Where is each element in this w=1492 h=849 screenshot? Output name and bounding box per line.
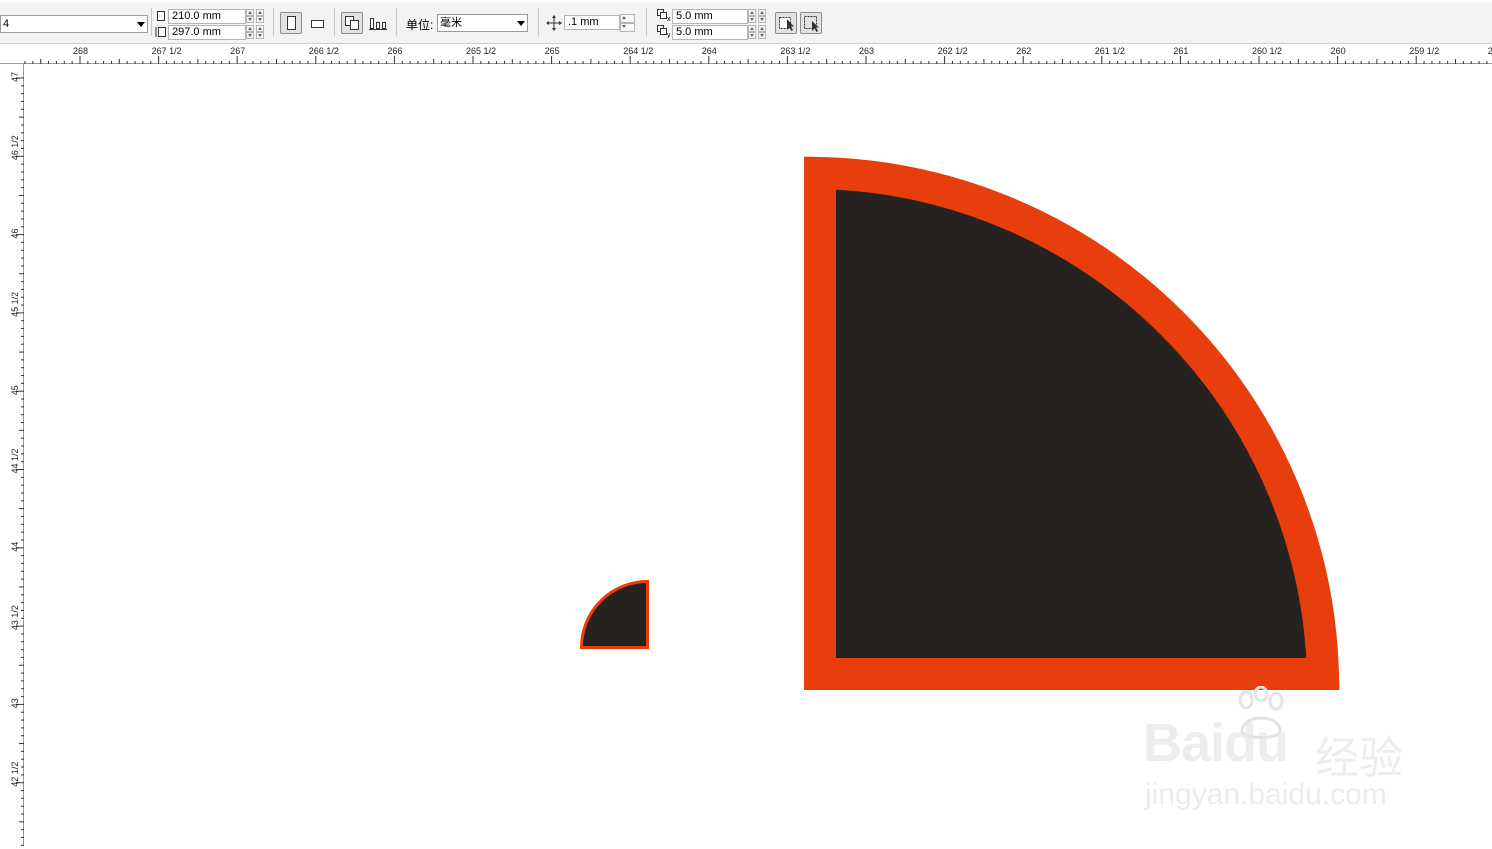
units-label: 单位: — [406, 18, 434, 32]
ruler-label: 45 — [10, 385, 20, 395]
duplicate-y-icon: y — [656, 24, 672, 39]
page-width-spin-up[interactable] — [246, 9, 254, 16]
ruler-label: 46 1/2 — [10, 135, 20, 160]
ruler-label: 264 1/2 — [623, 46, 653, 56]
ruler-label: 265 1/2 — [466, 46, 496, 56]
svg-text:x: x — [667, 16, 671, 22]
select-bounds-icon — [804, 16, 819, 32]
ruler-label: 266 1/2 — [309, 46, 339, 56]
duplicate-y-spin-down[interactable] — [748, 32, 756, 39]
toolbar-separator — [646, 8, 647, 36]
duplicate-y-lock-up[interactable] — [758, 25, 766, 32]
ruler-label: 263 1/2 — [780, 46, 810, 56]
duplicate-y-spin-up[interactable] — [748, 25, 756, 32]
property-bar: 4 210.0 mm 297.0 mm 单位: 毫米 .1 mm x 5.0 m… — [0, 0, 1492, 44]
toolbar-separator — [538, 8, 539, 36]
duplicate-x-spin-down[interactable] — [748, 16, 756, 23]
page-width-spin-down[interactable] — [246, 16, 254, 23]
chevron-down-icon — [137, 22, 145, 27]
vertical-ruler[interactable]: 47 46 1/2 46 45 1/2 45 44 1/2 44 43 1/2 43 42 1/2 — [0, 64, 24, 846]
ruler-label: 2 — [1488, 46, 1492, 56]
ruler-label: 46 — [10, 229, 20, 239]
duplicate-x-value: 5.0 mm — [676, 10, 713, 22]
ruler-label: 263 — [859, 46, 874, 56]
svg-text:y: y — [667, 32, 671, 38]
chevron-down-icon — [517, 21, 525, 26]
select-filled-icon — [779, 17, 794, 31]
duplicate-x-spin-up[interactable] — [748, 9, 756, 16]
landscape-icon — [311, 20, 324, 28]
horizontal-ruler[interactable]: 268 267 1/2 267 266 1/2 266 265 1/2 265 264 1/2… — [0, 44, 1492, 64]
duplicate-y-value: 5.0 mm — [676, 26, 713, 38]
current-page-button[interactable] — [367, 12, 389, 34]
nudge-field[interactable]: .1 mm — [564, 15, 620, 30]
large-quarter-circle-shape[interactable] — [804, 156, 1340, 690]
draw-object-bounds-button[interactable] — [800, 12, 822, 34]
duplicate-y-lock-down[interactable] — [758, 32, 766, 39]
toolbar-separator — [334, 8, 335, 36]
page-height-lock-down[interactable] — [256, 32, 264, 39]
duplicate-x-lock-down[interactable] — [758, 16, 766, 23]
ruler-label: 260 — [1331, 46, 1346, 56]
ruler-label: 262 1/2 — [938, 46, 968, 56]
ruler-label: 43 — [10, 698, 20, 708]
toolbar-separator — [396, 8, 397, 36]
ruler-label: 42 1/2 — [10, 762, 20, 787]
ruler-label: 44 — [10, 542, 20, 552]
nudge-value: .1 mm — [568, 16, 599, 28]
nudge-spin-up[interactable] — [620, 14, 635, 23]
ruler-label: 268 — [73, 46, 88, 56]
page-height-lock-up[interactable] — [256, 25, 264, 32]
treat-as-filled-button[interactable] — [775, 12, 797, 34]
ruler-label: 264 — [702, 46, 717, 56]
ruler-label: 47 — [10, 72, 20, 82]
ruler-label: 260 1/2 — [1252, 46, 1282, 56]
ruler-label: 265 — [545, 46, 560, 56]
ruler-label: 267 — [230, 46, 245, 56]
duplicate-x-icon: x — [656, 8, 672, 23]
ruler-label: 261 — [1173, 46, 1188, 56]
watermark-product: 经验 — [1315, 734, 1403, 783]
page-height-icon — [154, 26, 166, 38]
duplicate-x-lock-up[interactable] — [758, 9, 766, 16]
watermark-brand-text: Bai — [1143, 713, 1225, 773]
page-height-value: 297.0 mm — [172, 26, 221, 38]
page-width-value: 210.0 mm — [172, 10, 221, 22]
page-width-icon — [156, 10, 166, 22]
toolbar-separator — [273, 8, 274, 36]
page-layout-icon — [369, 18, 387, 30]
page-width-lock-down[interactable] — [256, 16, 264, 23]
all-pages-button[interactable] — [341, 12, 363, 34]
units-dropdown[interactable]: 毫米 — [437, 14, 528, 32]
ruler-label: 267 1/2 — [152, 46, 182, 56]
page-height-spin-down[interactable] — [246, 32, 254, 39]
toolbar-separator — [151, 8, 152, 36]
duplicate-y-field[interactable]: 5.0 mm — [672, 25, 748, 40]
ruler-label: 44 1/2 — [10, 448, 20, 473]
ruler-label: 261 1/2 — [1095, 46, 1125, 56]
page-height-field[interactable]: 297.0 mm — [168, 25, 246, 40]
watermark-url: jingyan.baidu.com — [1145, 778, 1387, 811]
landscape-button[interactable] — [306, 12, 328, 34]
baidu-paw-logo — [1232, 685, 1290, 742]
ruler-label: 262 — [1016, 46, 1031, 56]
ruler-label: 43 1/2 — [10, 605, 20, 630]
page-width-lock-up[interactable] — [256, 9, 264, 16]
paper-size-value: 4 — [3, 18, 10, 30]
portrait-icon — [287, 16, 296, 30]
page-width-field[interactable]: 210.0 mm — [168, 9, 246, 24]
paper-size-dropdown[interactable]: 4 — [0, 15, 148, 33]
ruler-label: 259 1/2 — [1409, 46, 1439, 56]
duplicate-x-field[interactable]: 5.0 mm — [672, 9, 748, 24]
portrait-button[interactable] — [280, 12, 302, 34]
small-quarter-circle-shape[interactable] — [579, 579, 649, 649]
ruler-label: 266 — [387, 46, 402, 56]
page-height-spin-up[interactable] — [246, 25, 254, 32]
units-value: 毫米 — [440, 17, 462, 29]
pages-icon — [345, 16, 359, 30]
toolbar-top-edge — [0, 0, 1492, 3]
nudge-icon — [546, 15, 562, 31]
nudge-spin-down[interactable] — [620, 23, 635, 32]
ruler-label: 45 1/2 — [10, 292, 20, 317]
